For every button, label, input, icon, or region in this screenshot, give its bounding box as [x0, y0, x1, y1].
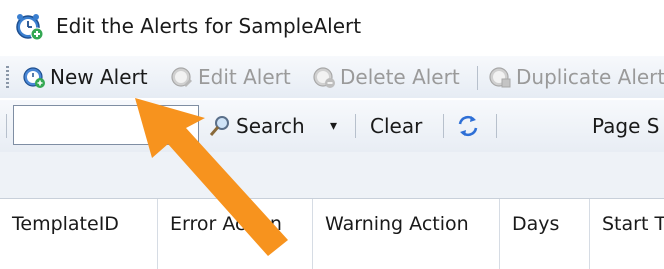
grid-group-area: [0, 152, 664, 198]
delete-alert-label: Delete Alert: [340, 65, 460, 89]
chevron-down-icon: ▾: [330, 118, 338, 134]
edit-alert-button[interactable]: Edit Alert: [170, 62, 291, 92]
refresh-button[interactable]: [456, 111, 484, 141]
refresh-icon: [458, 115, 478, 137]
search-button[interactable]: Search: [208, 111, 305, 141]
new-alert-icon: [23, 67, 45, 88]
page-size-text: Page S: [592, 114, 660, 138]
title-bar: Edit the Alerts for SampleAlert: [0, 0, 664, 52]
new-alert-button[interactable]: New Alert: [22, 62, 148, 92]
column-header-start-time[interactable]: Start Ti: [590, 199, 664, 269]
toolbar-separator: [355, 114, 356, 138]
toolbar-separator: [443, 114, 444, 138]
alarm-clock-icon: [16, 14, 44, 41]
duplicate-alert-icon: [489, 67, 511, 88]
duplicate-alert-button[interactable]: Duplicate Alert: [488, 62, 664, 92]
magnifier-icon: [209, 116, 229, 136]
toolbar-separator: [477, 66, 478, 90]
clear-button[interactable]: Clear: [370, 111, 422, 141]
column-header-error-action[interactable]: Error Action: [158, 199, 313, 269]
duplicate-alert-label: Duplicate Alert: [516, 65, 664, 89]
search-input[interactable]: [13, 105, 199, 145]
new-alert-label: New Alert: [50, 65, 148, 89]
search-toolbar: Search ▾ Clear Page S: [0, 100, 664, 152]
search-toolbar-grip: [6, 114, 7, 138]
window-title: Edit the Alerts for SampleAlert: [56, 14, 362, 38]
clear-label: Clear: [370, 114, 423, 138]
column-header-days[interactable]: Days: [500, 199, 590, 269]
column-header-templateid[interactable]: TemplateID: [0, 199, 158, 269]
edit-alert-icon: [171, 67, 192, 87]
page-size-label: Page S: [592, 111, 659, 141]
column-header-warning-action[interactable]: Warning Action: [313, 199, 500, 269]
search-dropdown-button[interactable]: ▾: [330, 111, 337, 141]
delete-alert-button[interactable]: Delete Alert: [312, 62, 460, 92]
alert-toolbar: New Alert Edit Alert Delete Alert Duplic…: [0, 56, 664, 98]
search-label: Search: [236, 114, 305, 138]
edit-alert-label: Edit Alert: [198, 65, 291, 89]
toolbar-grip[interactable]: [6, 66, 9, 88]
toolbar-separator: [496, 114, 497, 138]
delete-alert-icon: [313, 67, 335, 88]
grid-header: TemplateID Error Action Warning Action D…: [0, 198, 664, 269]
